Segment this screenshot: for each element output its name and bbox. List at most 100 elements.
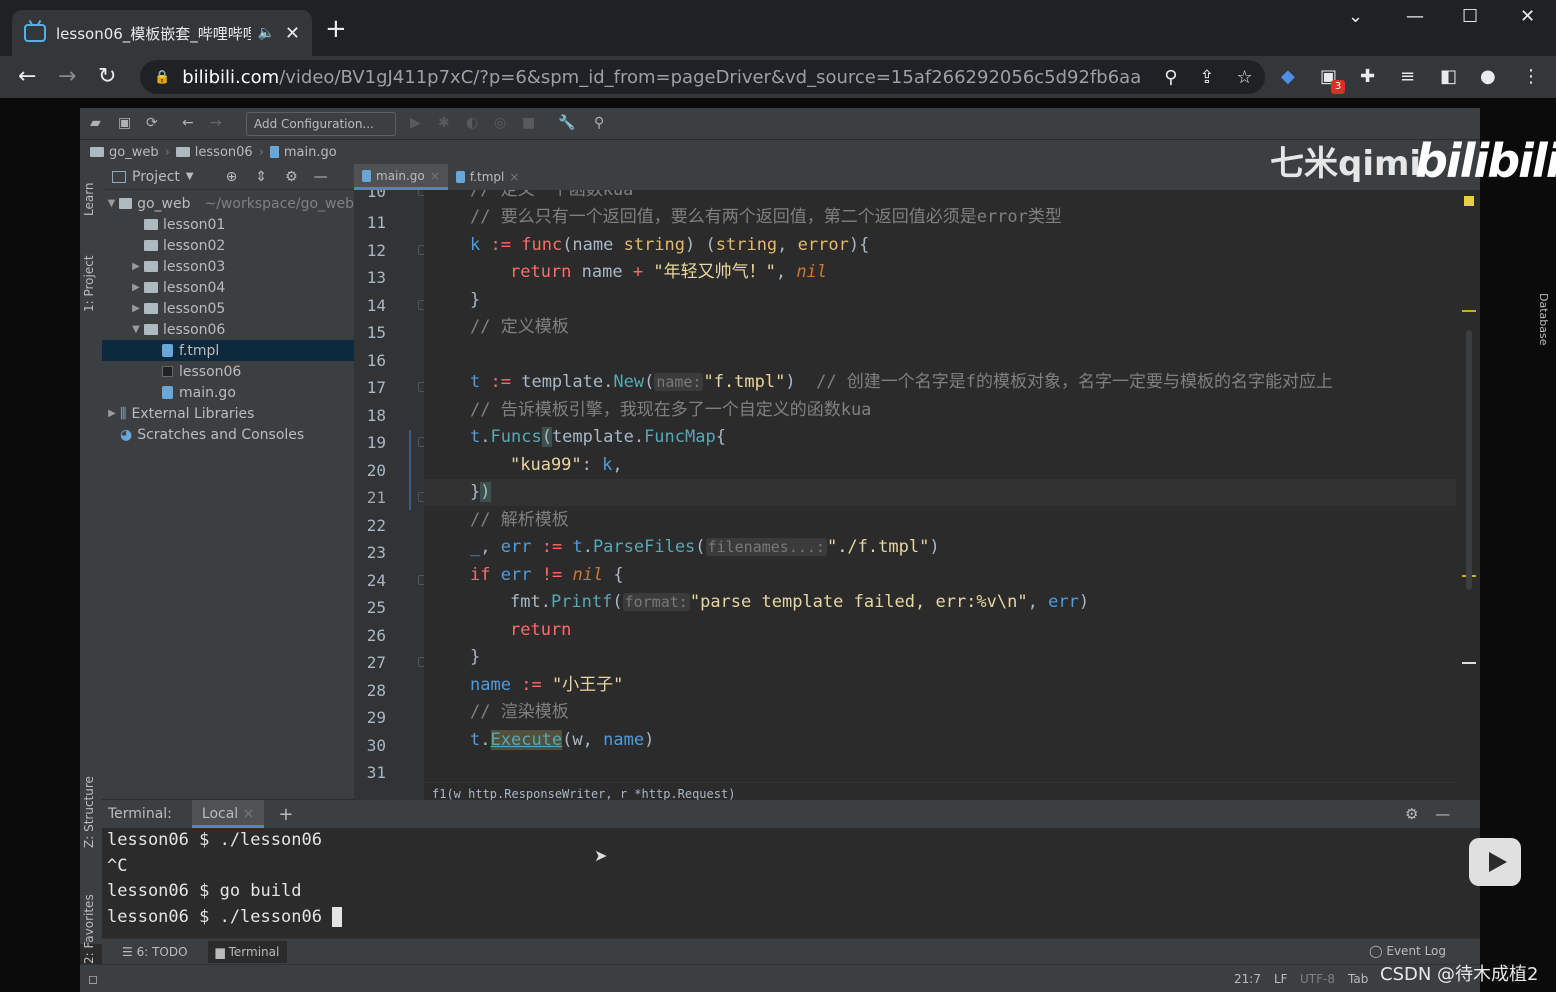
file-encoding[interactable]: UTF-8 (1300, 972, 1335, 986)
bookmark-star-icon[interactable]: ☆ (1236, 67, 1252, 88)
minimize-button[interactable]: — (1406, 6, 1424, 27)
structure-tab[interactable]: Z: Structure (82, 776, 96, 848)
terminal-icon: ▆ (215, 944, 225, 959)
settings-gear-icon[interactable]: ⚙ (285, 169, 298, 185)
terminal-hide-icon[interactable]: — (1435, 805, 1450, 823)
tab-close-icon[interactable]: ✕ (285, 23, 300, 44)
forward-button[interactable]: → (58, 64, 76, 89)
terminal-line-prompt[interactable]: lesson06 $ ./lesson06 (107, 905, 1442, 931)
tab-main-go[interactable]: main.go × (354, 164, 448, 190)
wrench-icon[interactable]: 🔧 (558, 115, 575, 131)
back-button[interactable]: ← (18, 64, 36, 89)
stop-icon[interactable]: ■ (522, 115, 535, 131)
breadcrumb-item[interactable]: main.go (269, 145, 337, 160)
save-icon[interactable]: ▣ (118, 115, 131, 131)
extensions-puzzle-icon[interactable]: ✚ (1360, 66, 1375, 87)
tree-item[interactable]: ▶ ⫼ External Libraries (102, 403, 354, 424)
terminal-tool-button[interactable]: ▆ Terminal (207, 940, 288, 963)
tree-item[interactable]: lesson01 (102, 214, 354, 235)
warning-mark[interactable] (1462, 310, 1476, 312)
inspection-status-icon[interactable] (1464, 196, 1474, 206)
coverage-icon[interactable]: ◐ (466, 115, 478, 131)
share-icon[interactable]: ⇪ (1199, 67, 1214, 88)
terminal-settings-icon[interactable]: ⚙ (1405, 805, 1418, 823)
tab-title: lesson06_模板嵌套_哔哩哔哩 (56, 24, 252, 43)
tab-search-icon[interactable]: ⌄ (1348, 6, 1363, 27)
folder-icon (144, 303, 158, 314)
video-play-icon[interactable] (1469, 838, 1521, 886)
close-tab-icon[interactable]: × (243, 806, 255, 822)
code-line: // 渲染模板 (470, 702, 569, 722)
line-number-gutter: 10 11 12 13 14 15 16 17 18 19 20 21 22 2… (354, 190, 424, 782)
run-icon[interactable]: ▶ (410, 115, 421, 131)
zoom-icon[interactable]: ⚲ (1164, 67, 1177, 88)
speaker-icon[interactable]: 🔈 (257, 25, 274, 41)
line-number: 20 (366, 461, 386, 480)
breadcrumb-item[interactable]: lesson06 (175, 145, 253, 160)
editor-scrollbar[interactable] (1466, 330, 1472, 590)
learn-tab[interactable]: Learn (82, 182, 96, 216)
dropdown-arrow-icon[interactable]: ▼ (186, 171, 194, 182)
close-tab-icon[interactable]: × (509, 170, 519, 184)
tree-item[interactable]: lesson06 (102, 361, 354, 382)
code-line: k := func(name string) (string, error){ (470, 235, 870, 255)
url-text[interactable]: bilibili.com/video/BV1gJ411p7xC/?p=6&spm… (182, 67, 1142, 88)
event-log-button[interactable]: ◯ Event Log (1369, 944, 1446, 958)
maximize-button[interactable]: ☐ (1462, 6, 1478, 27)
forward-nav-icon[interactable]: → (210, 115, 222, 131)
media-control-icon[interactable]: ≡ (1400, 66, 1415, 87)
profile-icon[interactable]: ◎ (494, 115, 506, 131)
favorites-tab[interactable]: 2: Favorites (82, 894, 96, 964)
extension-shield-icon[interactable]: ◆ (1281, 66, 1295, 87)
tree-item[interactable]: ▼ lesson06 (102, 319, 354, 340)
back-nav-icon[interactable]: ← (182, 115, 194, 131)
tree-root[interactable]: ▼ go_web ~/workspace/go_web (102, 193, 354, 214)
browser-tab[interactable]: lesson06_模板嵌套_哔哩哔哩 🔈 ✕ (12, 10, 312, 56)
tree-item[interactable]: ◕ Scratches and Consoles (102, 424, 354, 445)
new-tab-button[interactable]: + (325, 14, 347, 44)
project-title[interactable]: Project (132, 169, 180, 185)
search-everywhere-icon[interactable]: ⚲ (594, 115, 604, 131)
layout-toggle-icon[interactable]: ◻ (88, 972, 98, 986)
todo-tool-button[interactable]: ☰ 6: TODO (114, 941, 196, 963)
line-number: 16 (366, 351, 386, 370)
hide-panel-icon[interactable]: — (314, 169, 328, 185)
tree-item[interactable]: lesson02 (102, 235, 354, 256)
code-editor[interactable]: // 定义一个函数kua // 要么只有一个返回值，要么有两个返回值，第二个返回… (424, 190, 1456, 782)
debug-icon[interactable]: ✱ (438, 115, 450, 131)
profile-avatar-icon[interactable]: ● (1480, 66, 1496, 87)
database-tab[interactable]: Database (1536, 293, 1556, 373)
collapse-all-icon[interactable]: ⇕ (255, 169, 267, 185)
caret-mark[interactable] (1462, 662, 1476, 664)
indent-style[interactable]: Tab (1348, 972, 1368, 986)
browser-menu-icon[interactable]: ⋮ (1522, 66, 1540, 87)
address-bar[interactable]: 🔒 bilibili.com/video/BV1gJ411p7xC/?p=6&s… (140, 60, 1265, 94)
new-terminal-button[interactable]: + (278, 804, 293, 825)
tab-f-tmpl[interactable]: f.tmpl × (448, 164, 528, 190)
lock-icon[interactable]: 🔒 (154, 70, 170, 85)
close-window-button[interactable]: ✕ (1520, 6, 1535, 27)
line-separator[interactable]: LF (1274, 972, 1288, 986)
line-number: 25 (366, 598, 386, 617)
tree-item[interactable]: ▶ lesson04 (102, 277, 354, 298)
open-folder-icon[interactable]: ▰ (90, 115, 101, 131)
tree-item[interactable]: ▶ lesson03 (102, 256, 354, 277)
side-panel-icon[interactable]: ◧ (1440, 66, 1457, 87)
breadcrumb-item[interactable]: go_web (90, 145, 159, 160)
add-configuration-button[interactable]: Add Configuration... (246, 112, 396, 136)
close-tab-icon[interactable]: × (430, 169, 440, 183)
code-line: "kua99": k, (510, 455, 623, 475)
code-line: } (470, 647, 481, 667)
scratches-icon: ◕ (120, 426, 133, 443)
tree-item[interactable]: main.go (102, 382, 354, 403)
caret-position[interactable]: 21:7 (1234, 972, 1261, 986)
terminal-tab-local[interactable]: Local × (191, 800, 265, 828)
tree-item[interactable]: ▶ lesson05 (102, 298, 354, 319)
project-tab[interactable]: 1: Project (82, 255, 96, 312)
tree-item-selected[interactable]: f.tmpl (102, 340, 354, 361)
reload-button[interactable]: ↻ (98, 64, 116, 89)
terminal-output[interactable]: lesson06 $ ./lesson06 ^C lesson06 $ go b… (102, 828, 1442, 938)
locate-icon[interactable]: ⊕ (226, 169, 238, 185)
sync-icon[interactable]: ⟳ (146, 115, 158, 131)
line-number: 23 (366, 543, 386, 562)
